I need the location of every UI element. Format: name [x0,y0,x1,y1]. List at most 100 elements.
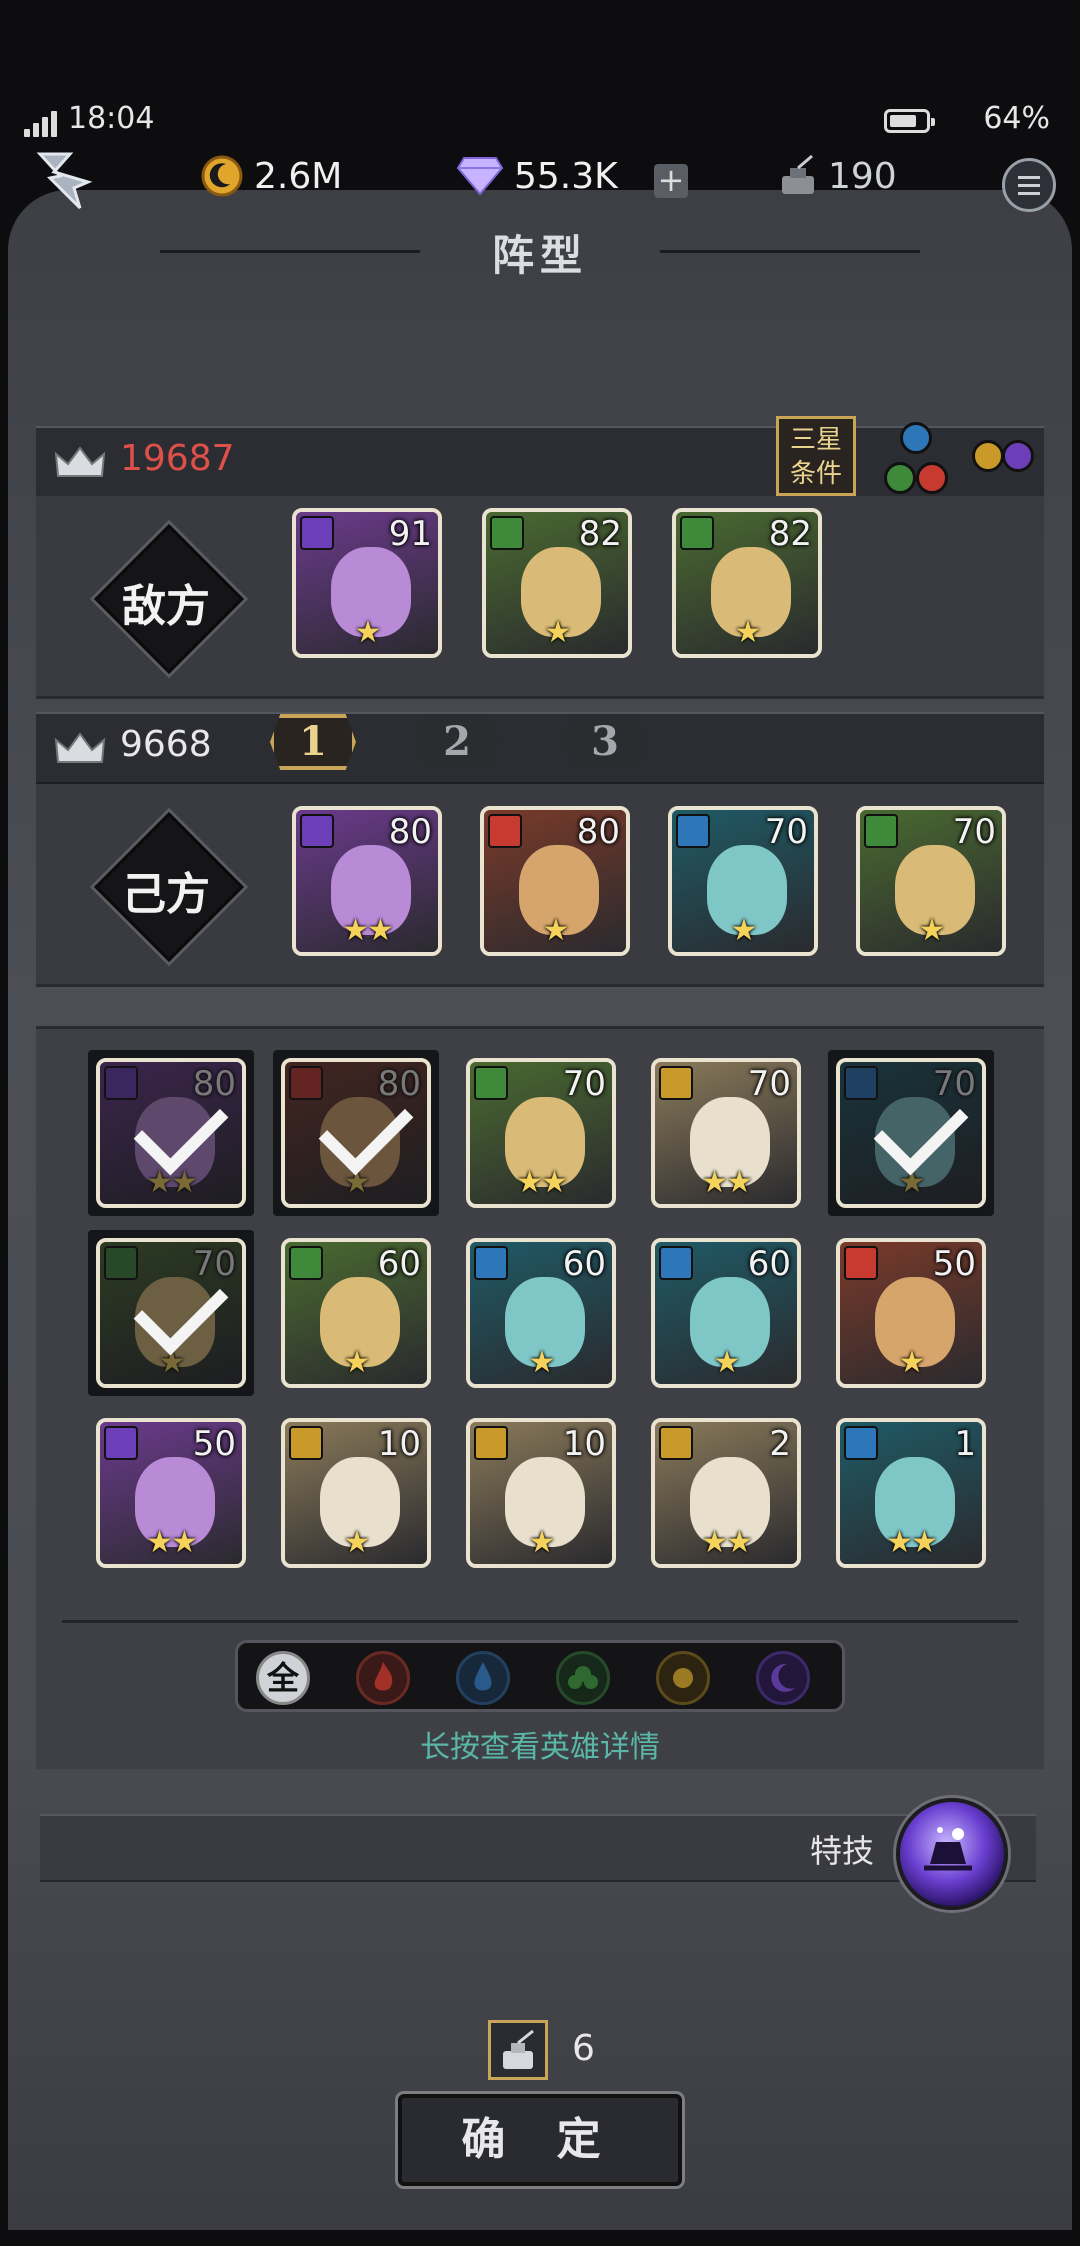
check-icon [873,1080,969,1176]
top-bar: 2.6M 55.3K + 190 [0,140,1080,212]
roster-hero-card[interactable]: 50 ★ [836,1238,986,1388]
hero-stars: ★ [343,1525,371,1560]
ally-hero-card[interactable]: 80 ★ [480,806,630,956]
check-icon [318,1080,414,1176]
roster-hero-card[interactable]: 80 ★★ [96,1058,246,1208]
roster-hero-card[interactable]: 60 ★ [651,1238,801,1388]
water-element-icon [676,814,710,848]
filter-sun-button[interactable] [656,1651,710,1705]
battery-icon [884,109,935,133]
tab-formation-1[interactable]: 1 [270,714,356,770]
leaf-element-icon [680,516,714,550]
roster-hero-card[interactable]: 70 ★★ [466,1058,616,1208]
roster-hero-card[interactable]: 70 ★ [836,1058,986,1208]
hero-level: 80 [576,812,620,852]
hero-stars: ★★ [146,1525,198,1560]
ally-hero-card[interactable]: 70 ★ [856,806,1006,956]
filter-water-button[interactable] [456,1651,510,1705]
battery-percent: 64% [983,101,1050,136]
ink-cost: 6 [572,2028,595,2069]
hero-stars: ★ [918,913,946,948]
hero-level: 80 [388,812,432,852]
ally-hero-card[interactable]: 80 ★★ [292,806,442,956]
gold-counter: 2.6M [200,152,342,200]
hero-level: 50 [192,1424,236,1464]
enemy-hero-card[interactable]: 82 ★ [482,508,632,658]
confirm-button[interactable]: 确 定 [395,2091,685,2189]
check-icon [133,1260,229,1356]
ally-hero-card[interactable]: 70 ★ [668,806,818,956]
roster-hero-card[interactable]: 60 ★ [466,1238,616,1388]
roster-hero-card[interactable]: 10 ★ [281,1418,431,1568]
plus-icon: + [657,161,685,199]
hero-stars: ★ [343,1345,371,1380]
hero-level: 60 [562,1244,606,1284]
hero-stars: ★ [898,1345,926,1380]
leaf-icon [568,1666,598,1689]
leaf-element-icon [474,1066,508,1100]
hero-level: 70 [952,812,996,852]
filter-all-button[interactable]: 全 [256,1651,310,1705]
hero-level: 50 [932,1244,976,1284]
roster-hero-card[interactable]: 1 ★★ [836,1418,986,1568]
hero-stars: ★ [730,913,758,948]
filter-moon-button[interactable] [756,1651,810,1705]
enemy-side-badge: 敌方 [94,524,244,674]
water-drop-icon [474,1662,492,1691]
ally-side-badge: 己方 [94,812,244,962]
add-gems-button[interactable]: + [654,164,688,198]
filter-fire-button[interactable] [356,1651,410,1705]
title-divider-right [660,250,920,253]
enemy-hero-card[interactable]: 82 ★ [672,508,822,658]
back-arrow-icon [36,152,93,210]
hero-detail-hint: 长按查看英雄详情 [420,1730,660,1765]
magic-hat-icon [924,1827,972,1871]
water-element-icon [474,1246,508,1280]
moon-element-icon [104,1426,138,1460]
ink-cost-icon [488,2020,548,2080]
roster-hero-card[interactable]: 70 ★ [96,1238,246,1388]
roster-hero-card[interactable]: 50 ★★ [96,1418,246,1568]
sun-element-icon [659,1426,693,1460]
water-element-icon [844,1426,878,1460]
fire-element-icon [488,814,522,848]
signal-icon [24,111,58,137]
hero-stars: ★ [542,913,570,948]
sun-element-icon [289,1426,323,1460]
filter-leaf-button[interactable] [556,1651,610,1705]
skill-orb-button[interactable] [896,1798,1008,1910]
sun-element-icon [474,1426,508,1460]
roster-hero-card[interactable]: 10 ★ [466,1418,616,1568]
hero-level: 70 [747,1064,791,1104]
hero-level: 91 [388,514,432,554]
roster-hero-card[interactable]: 2 ★★ [651,1418,801,1568]
hero-stars: ★★ [886,1525,938,1560]
menu-button[interactable] [1002,158,1056,212]
hero-stars: ★★ [516,1165,568,1200]
check-icon [133,1080,229,1176]
back-button[interactable] [30,148,100,212]
hero-stars: ★ [734,615,762,650]
sun-icon [673,1668,693,1688]
hero-stars: ★★ [701,1165,753,1200]
enemy-hero-card[interactable]: 91 ★ [292,508,442,658]
element-cycle-icon[interactable] [880,418,1040,498]
three-star-label: 三星 条件 [789,425,842,489]
hero-level: 2 [769,1424,791,1464]
hero-stars: ★ [544,615,572,650]
hero-level: 60 [377,1244,421,1284]
skill-bar[interactable] [40,1814,1036,1882]
hero-stars: ★ [528,1525,556,1560]
tab-formation-3[interactable]: 3 [562,714,648,770]
water-element-icon [659,1246,693,1280]
roster-hero-card[interactable]: 70 ★★ [651,1058,801,1208]
hero-stars: ★★ [701,1525,753,1560]
tab-formation-2[interactable]: 2 [414,714,500,770]
roster-divider [62,1620,1018,1623]
three-star-conditions-button[interactable]: 三星 条件 [776,416,856,496]
ally-power-bar: 9668 [36,712,1044,784]
hero-level: 10 [377,1424,421,1464]
roster-hero-card[interactable]: 60 ★ [281,1238,431,1388]
roster-hero-card[interactable]: 80 ★ [281,1058,431,1208]
gem-counter: 55.3K [456,152,618,200]
